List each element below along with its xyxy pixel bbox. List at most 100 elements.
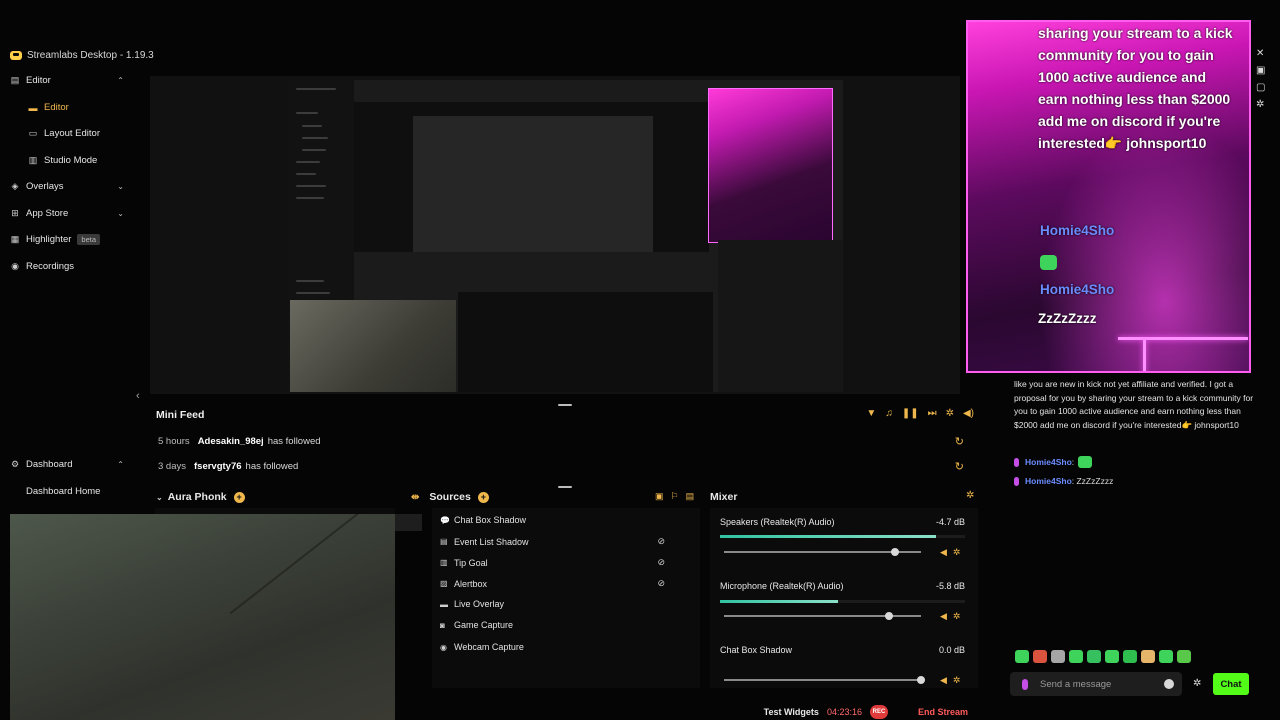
chat-input[interactable]: Send a message [1010,672,1182,696]
mixer-settings-icon[interactable]: ✲ [966,490,974,501]
source-item[interactable]: 💬 Chat Box Shadow [440,515,665,525]
source-item[interactable]: ◙ Game Capture [440,620,665,630]
chat-settings-icon[interactable]: ✲ [1193,678,1201,689]
chevron-down-icon[interactable]: ⌄ [156,493,163,502]
volume-slider[interactable] [724,548,921,556]
mixer-channel-controls: ◀✲ [940,675,966,686]
sidebar-item-editor-sub[interactable]: ▬ Editor [28,102,128,113]
stream-timer: 04:23:16 [826,707,862,717]
sidebar-item-dashboard-home[interactable]: Dashboard Home [26,486,126,497]
camera-icon[interactable]: ▣ [1256,65,1272,76]
mini-feed-header: Mini Feed ▼ ♫ ❚❚ ⏭ ✲ ◀) [150,404,980,426]
emote-icon[interactable] [1033,650,1047,663]
pause-icon[interactable]: ❚❚ [902,408,919,419]
overlay-chat-message: ZzZzZzzz [1038,311,1097,326]
split-icon[interactable]: ⇹ [411,492,419,503]
streamlabs-logo-icon [10,50,22,60]
scenes-header: ⌄ Aura Phonk + [156,488,245,506]
gear-icon[interactable]: ✲ [1256,99,1272,110]
sidebar-item-studio-mode[interactable]: ▥ Studio Mode [28,155,128,166]
music-icon[interactable]: ♫ [885,408,893,419]
source-item[interactable]: ◉ Webcam Capture [440,642,665,652]
sidebar-item-dashboard[interactable]: ⚙ Dashboard ⌃ [10,459,124,470]
chevron-down-icon: ⌄ [117,209,124,218]
visibility-off-icon[interactable]: ⊘ [657,536,665,547]
close-icon[interactable]: ✕ [1256,48,1272,59]
add-scene-icon[interactable]: + [233,491,245,503]
sidebar-item-recordings[interactable]: ◉ Recordings [10,261,124,272]
list-icon: ▤ [440,537,448,546]
source-item[interactable]: ▥ Tip Goal ⊘ [440,557,665,568]
sidebar-item-app-store[interactable]: ⊞ App Store ⌄ [10,208,124,219]
volume-slider[interactable] [724,676,925,684]
emote-icon[interactable] [1123,650,1137,663]
sidebar-item-highlighter[interactable]: ▦ Highlighter beta [10,234,124,245]
feed-row: 5 hours Adesakin_98ej has followed ↻ [158,435,964,448]
source-item[interactable]: ▬ Live Overlay [440,599,665,609]
visibility-off-icon[interactable]: ⊘ [657,578,665,589]
webcam-feed [10,514,395,720]
editor-sub-icon: ▬ [28,102,38,113]
sources-list [432,508,700,688]
chat-message: : ZzZzZzzz [1071,476,1114,486]
emoji-icon[interactable] [1164,679,1174,689]
layout-editor-icon: ▭ [28,128,38,138]
add-folder-icon[interactable]: ▤ [686,491,702,501]
chat-message-text: like you are new in kick not yet affilia… [1014,379,1254,430]
folder-icon[interactable]: ▣ [655,491,671,501]
repeat-alert-icon[interactable]: ↻ [955,435,964,448]
scene-collection-title[interactable]: Aura Phonk [168,491,227,503]
sidebar-item-overlays[interactable]: ◈ Overlays ⌄ [10,181,124,192]
speaker-icon[interactable]: ◀ [940,547,953,557]
meter-fill [720,600,838,603]
gear-icon[interactable]: ✲ [953,675,967,685]
gear-icon[interactable]: ✲ [953,547,967,557]
nested-docks [458,292,713,392]
chat-line: Homie4Sho : ZzZzZzzz [1014,476,1113,486]
emote-bar [1015,650,1191,663]
resize-handle-icon[interactable] [558,486,572,488]
chevron-up-icon: ⌃ [117,76,124,85]
source-item[interactable]: ▨ Alertbox ⊘ [440,578,665,589]
source-item[interactable]: ▤ Event List Shadow ⊘ [440,536,665,547]
popout-icon[interactable]: ▢ [1256,82,1272,93]
emote-icon[interactable] [1015,650,1029,663]
volume-icon[interactable]: ◀) [963,408,974,419]
chat-username[interactable]: Homie4Sho [1025,457,1072,467]
speaker-icon[interactable]: ◀ [940,675,953,685]
overlays-icon: ◈ [11,181,19,191]
emote-icon[interactable] [1141,650,1155,663]
repeat-alert-icon[interactable]: ↻ [955,460,964,473]
sidebar-item-layout-editor[interactable]: ▭ Layout Editor [28,128,128,139]
volume-slider[interactable] [724,612,921,620]
nested-overlay-box [708,88,833,243]
chat-username[interactable]: Homie4Sho [1025,476,1072,486]
rec-button[interactable]: REC [869,705,888,719]
mini-feed-title: Mini Feed [156,409,205,421]
mixer-channel-db: -4.7 dB [935,517,965,527]
group-icon[interactable]: ⚐ [671,491,686,501]
end-stream-button[interactable]: End Stream [896,707,980,717]
chat-bubble-icon: 💬 [440,515,450,525]
emote-icon[interactable] [1069,650,1083,663]
visibility-off-icon[interactable]: ⊘ [657,557,665,568]
emote-icon[interactable] [1105,650,1119,663]
test-widgets-button[interactable]: Test Widgets [764,707,819,717]
emote-icon[interactable] [1051,650,1065,663]
sidebar-item-editor[interactable]: ▤ Editor ⌃ [10,75,124,86]
chat-send-button[interactable]: Chat [1213,673,1249,695]
slider-knob[interactable] [917,676,925,684]
gear-icon[interactable]: ✲ [953,611,967,621]
emote-icon[interactable] [1159,650,1173,663]
emote-icon[interactable] [1087,650,1101,663]
add-source-icon[interactable]: + [477,491,489,503]
collapse-sidebar-icon[interactable]: ‹ [136,390,140,402]
filter-icon[interactable]: ▼ [866,408,876,419]
speaker-icon[interactable]: ◀ [940,611,953,621]
sidebar: ▤ Editor ⌃ ▬ Editor ▭ Layout Editor ▥ St… [0,68,134,508]
emote-icon[interactable] [1177,650,1191,663]
settings-icon[interactable]: ✲ [946,408,954,419]
skip-icon[interactable]: ⏭ [928,408,937,419]
green-emote-icon [1040,255,1057,270]
nested-chat [718,240,843,392]
